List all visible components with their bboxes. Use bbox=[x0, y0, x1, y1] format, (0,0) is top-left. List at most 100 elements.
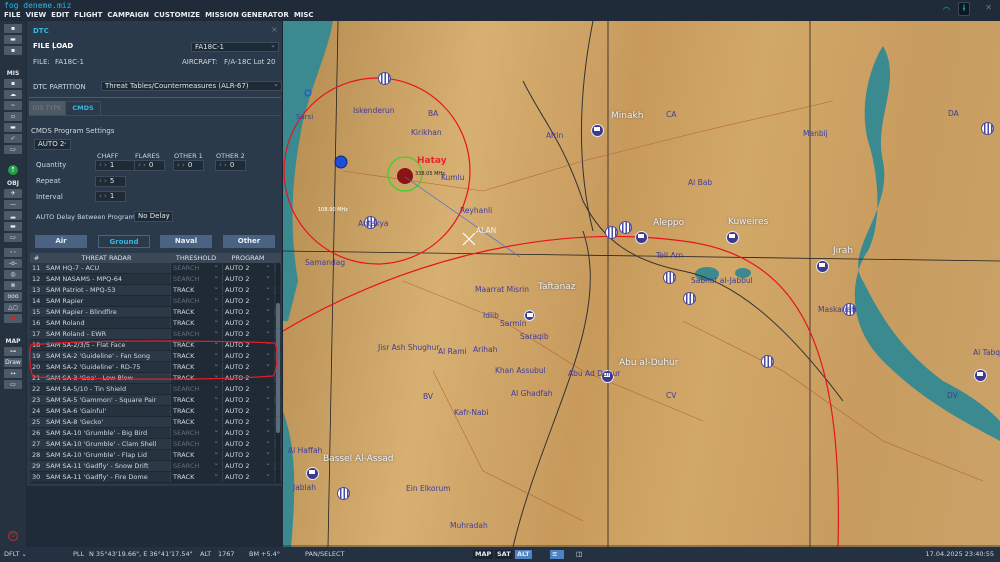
map-label: Minakh bbox=[611, 111, 644, 121]
delete-icon[interactable]: ✖ bbox=[4, 314, 22, 323]
map-label: Al Tabqah bbox=[973, 348, 1000, 357]
briefing-icon[interactable]: ▪ bbox=[4, 79, 22, 88]
map-label: BA bbox=[428, 109, 439, 118]
measure-icon[interactable]: ↦ bbox=[4, 369, 22, 378]
helipad-icon[interactable] bbox=[605, 226, 618, 239]
map-label: CA bbox=[666, 110, 677, 119]
menu-misc[interactable]: MISC bbox=[294, 11, 314, 19]
map-label: Maskanah bbox=[818, 305, 856, 314]
map-label: Al Rami bbox=[438, 347, 467, 356]
menu-campaign[interactable]: CAMPAIGN bbox=[107, 11, 149, 19]
map-label: Afrin bbox=[546, 131, 564, 140]
alt-value: 1767 bbox=[218, 550, 235, 558]
map-label: Tell Arn bbox=[656, 251, 684, 260]
map-label: CV bbox=[666, 391, 677, 400]
jirah-airbase-icon[interactable] bbox=[816, 260, 829, 273]
map-label: Iskenderun bbox=[353, 106, 395, 115]
draw-button[interactable]: Draw bbox=[4, 358, 22, 367]
triggers-icon[interactable]: ~ bbox=[4, 101, 22, 110]
layers-toggle-icon[interactable]: ≡ bbox=[550, 550, 564, 559]
save-icon[interactable]: ▪ bbox=[4, 46, 22, 55]
helicopter-icon[interactable]: — bbox=[4, 200, 22, 209]
datetime: 17.04.2025 23:40:55 bbox=[925, 550, 994, 558]
navaid-frequency-label: 338.05 MHz bbox=[415, 171, 445, 177]
ship-icon[interactable]: ▂ bbox=[4, 211, 22, 220]
vehicle-group-icon[interactable]: ◦◦ bbox=[4, 248, 22, 257]
map-label: Manbij bbox=[803, 129, 828, 138]
menu-edit[interactable]: EDIT bbox=[51, 11, 69, 19]
route-icon[interactable]: -o- bbox=[4, 259, 22, 268]
map-label: Taftanaz bbox=[538, 282, 576, 292]
up-arrow-icon[interactable]: ↑ bbox=[8, 165, 18, 175]
profile-select[interactable]: DFLT ⌄ bbox=[4, 547, 27, 562]
alt-label: ALT bbox=[200, 550, 212, 558]
airbase-icon[interactable] bbox=[591, 124, 604, 137]
check-icon[interactable]: ✓ bbox=[4, 134, 22, 143]
zone-icon[interactable]: ▫ bbox=[4, 112, 22, 121]
screen-icon[interactable]: ▭ bbox=[4, 380, 22, 389]
navaid-frequency-label: 108.90 MHz bbox=[318, 207, 348, 213]
map-type-sat-button[interactable]: SAT bbox=[495, 550, 513, 559]
rings-icon[interactable]: ooo bbox=[4, 292, 22, 301]
static-object-icon[interactable]: ▭ bbox=[4, 233, 22, 242]
vehicle-icon[interactable]: ▬ bbox=[4, 222, 22, 231]
map-label: Idlib bbox=[483, 311, 499, 320]
coord-mode[interactable]: PLL bbox=[73, 547, 84, 562]
map-label: MAP bbox=[5, 338, 21, 345]
map-view[interactable]: Minakh CA Manbij DA Al Bab Aleppo Kuweir… bbox=[283, 21, 1000, 547]
map-label: ALAN bbox=[476, 226, 497, 235]
map-label: Sarmin bbox=[500, 319, 527, 328]
menu-customize[interactable]: CUSTOMIZE bbox=[154, 11, 200, 19]
fullscreen-icon[interactable]: ◫ bbox=[574, 550, 584, 559]
menu-view[interactable]: VIEW bbox=[26, 11, 47, 19]
helipad-icon[interactable] bbox=[981, 122, 994, 135]
map-label: Bassel Al-Assad bbox=[323, 454, 394, 464]
map-type-map-button[interactable]: MAP bbox=[473, 550, 494, 559]
map-label: Jablah bbox=[293, 483, 317, 492]
map-label: Jisr Ash Shughur bbox=[378, 343, 440, 352]
aircraft-icon[interactable]: ✈ bbox=[4, 189, 22, 198]
map-label: Samandag bbox=[305, 258, 346, 267]
wifi-icon[interactable]: ◠ bbox=[943, 5, 950, 14]
menu-file[interactable]: FILE bbox=[4, 11, 21, 19]
power-icon[interactable]: ⏻ bbox=[8, 531, 18, 541]
helipad-icon[interactable] bbox=[683, 292, 696, 305]
map-label: Al Haffah bbox=[288, 446, 323, 455]
circle-icon[interactable]: ⊗ bbox=[4, 281, 22, 290]
menu-bar: FILE VIEW EDIT FLIGHT CAMPAIGN CUSTOMIZE MISSI… bbox=[0, 10, 1000, 21]
sea-area-south bbox=[283, 411, 295, 547]
shapes-icon[interactable]: △○ bbox=[4, 303, 22, 312]
kuweires-airbase-icon[interactable] bbox=[726, 231, 739, 244]
dtc-panel: DTC × FILE LOAD FA18C-1 FILE: FA18C-1 AI… bbox=[27, 21, 283, 486]
menu-flight[interactable]: FLIGHT bbox=[74, 11, 102, 19]
map-label: Jirah bbox=[833, 246, 854, 256]
tabqah-airbase-icon[interactable] bbox=[974, 369, 987, 382]
target-icon[interactable]: ◎ bbox=[4, 270, 22, 279]
helipad-icon[interactable] bbox=[663, 271, 676, 284]
close-icon[interactable]: ✕ bbox=[985, 3, 992, 12]
mis-label: MIS bbox=[6, 70, 20, 77]
map-type-alt-button[interactable]: ALT bbox=[515, 550, 532, 559]
map-canvas[interactable] bbox=[283, 21, 1000, 547]
layers-icon[interactable]: ▭ bbox=[4, 145, 22, 154]
map-label: Al Bab bbox=[688, 178, 713, 187]
aleppo-airbase-icon[interactable] bbox=[635, 231, 648, 244]
helipad-icon[interactable] bbox=[378, 72, 391, 85]
ruler-icon[interactable]: ⊶ bbox=[4, 347, 22, 356]
status-bar: DFLT ⌄ PLL N 35°43'19.66", E 36°41'17.54… bbox=[0, 547, 1000, 562]
antenna-icon[interactable]: Ɨ bbox=[958, 2, 970, 16]
helipad-icon[interactable] bbox=[337, 487, 350, 500]
menu-mission-generator[interactable]: MISSION GENERATOR bbox=[205, 11, 289, 19]
new-file-icon[interactable]: ▪ bbox=[4, 24, 22, 33]
helipad-icon[interactable] bbox=[619, 221, 632, 234]
weather-icon[interactable]: ☁ bbox=[4, 90, 22, 99]
map-label: Sabhat al-Jabbul bbox=[691, 276, 753, 285]
resources-icon[interactable]: ▬ bbox=[4, 123, 22, 132]
red-annotation-outline bbox=[29, 340, 278, 380]
map-label: Kirikhan bbox=[411, 128, 442, 137]
open-folder-icon[interactable]: ▬ bbox=[4, 35, 22, 44]
bassel-al-assad-airbase-icon[interactable] bbox=[306, 467, 319, 480]
bearing-value: +5.4° bbox=[261, 550, 281, 558]
waypoint-alan-icon bbox=[462, 232, 476, 246]
helipad-icon[interactable] bbox=[761, 355, 774, 368]
